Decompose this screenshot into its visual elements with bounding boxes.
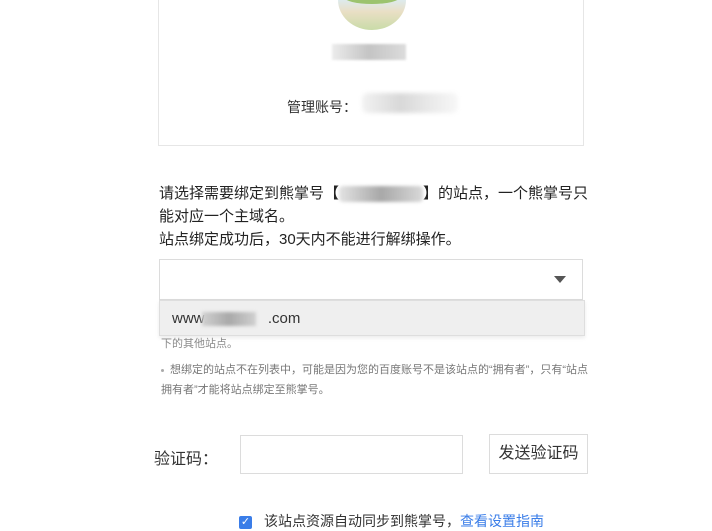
instruction-lock-notice: 站点绑定成功后，30天内不能进行解绑操作。 — [159, 231, 461, 248]
instruction-prefix: 请选择需要绑定到熊掌号【 — [159, 185, 340, 202]
account-label: 管理账号： — [287, 99, 357, 115]
bullet-icon — [161, 368, 164, 372]
sync-checkbox-label: 该站点资源自动同步到熊掌号， — [264, 513, 460, 529]
bind-instructions: 请选择需要绑定到熊掌号【 】的站点，一个熊掌号只能对应一个主域名。 站点绑定成功后… — [159, 182, 589, 251]
site-domain-redacted — [202, 312, 256, 326]
send-code-button[interactable]: 发送验证码 — [489, 434, 588, 474]
account-id-redacted — [362, 93, 458, 113]
avatar-hill — [344, 0, 400, 4]
site-option[interactable]: www. .com — [159, 300, 585, 336]
xzh-name-redacted — [339, 186, 424, 203]
chevron-down-icon[interactable] — [554, 276, 566, 283]
verify-code-label: 验证码： — [154, 451, 219, 468]
sync-option: ✓ 该站点资源自动同步到熊掌号，查看设置指南 — [239, 511, 544, 531]
site-select[interactable] — [159, 259, 583, 300]
setup-guide-link[interactable]: 查看设置指南 — [460, 513, 544, 529]
hint-not-listed: 想绑定的站点不在列表中，可能是因为您的百度账号不是该站点的“拥有者”，只有“站点… — [161, 364, 588, 396]
verify-code-input[interactable] — [240, 435, 463, 474]
sync-checkbox[interactable]: ✓ — [239, 515, 252, 529]
hint-partial: 下的其他站点。 — [161, 338, 238, 350]
account-name-redacted — [332, 44, 406, 60]
